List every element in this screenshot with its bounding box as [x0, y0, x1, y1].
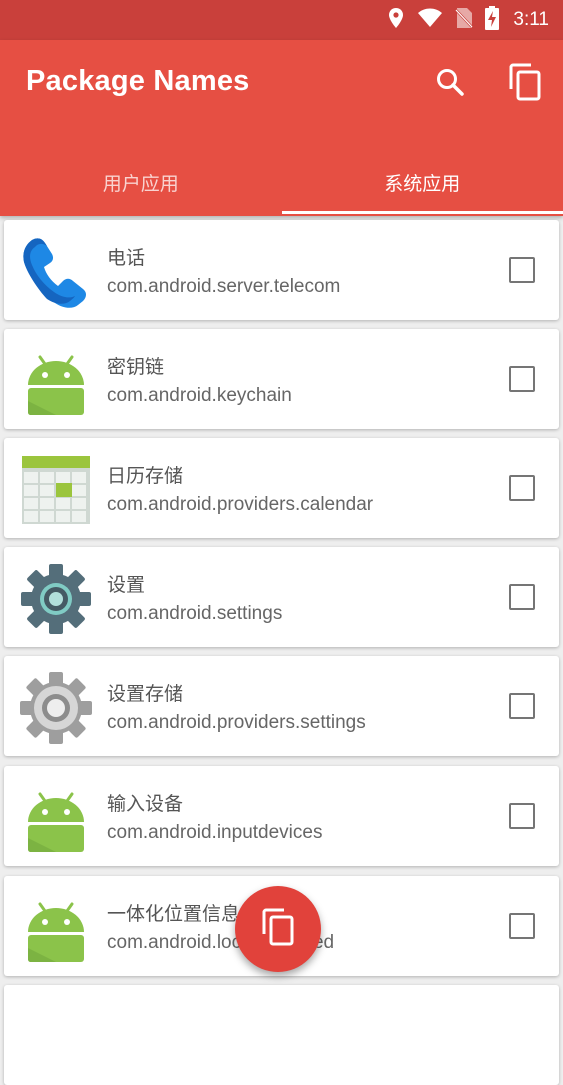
- page-title: Package Names: [26, 65, 249, 98]
- app-name: 日历存储: [107, 461, 183, 488]
- search-button[interactable]: [430, 64, 470, 104]
- settings-storage-gear-icon: [18, 670, 94, 746]
- package-name: com.android.providers.settings: [107, 712, 366, 734]
- copy-icon: [508, 63, 542, 105]
- copy-fab-button[interactable]: [235, 886, 321, 972]
- search-icon: [435, 67, 465, 101]
- phone-icon: [18, 234, 94, 310]
- list-item[interactable]: 日历存储 com.android.providers.calendar: [4, 438, 559, 538]
- app-name: 密钥链: [107, 352, 164, 379]
- app-bar: Package Names 用户应用 系统应用: [0, 40, 563, 216]
- copy-icon: [261, 908, 295, 950]
- select-checkbox[interactable]: [509, 913, 535, 939]
- status-time: 3:11: [513, 9, 549, 31]
- no-sim-icon: [455, 7, 473, 33]
- status-bar: 3:11: [0, 0, 563, 40]
- select-checkbox[interactable]: [509, 257, 535, 283]
- package-name: com.android.keychain: [107, 385, 292, 407]
- app-name: 电话: [107, 243, 145, 270]
- package-name: com.android.providers.calendar: [107, 494, 373, 516]
- tab-label: 系统应用: [384, 169, 460, 196]
- list-item[interactable]: 设置 com.android.settings: [4, 547, 559, 647]
- package-name: com.android.server.telecom: [107, 276, 340, 298]
- select-checkbox[interactable]: [509, 693, 535, 719]
- copy-button[interactable]: [505, 64, 545, 104]
- app-name: 设置: [107, 570, 145, 597]
- android-robot-icon: [18, 780, 94, 856]
- app-name: 一体化位置信息: [107, 899, 240, 926]
- tab-indicator: [282, 211, 563, 214]
- location-icon: [387, 7, 405, 33]
- battery-charging-icon: [485, 6, 499, 34]
- tab-bar: 用户应用 系统应用: [0, 148, 563, 216]
- list-item[interactable]: 电话 com.android.server.telecom: [4, 220, 559, 320]
- android-robot-icon: [18, 343, 94, 419]
- list-item[interactable]: [4, 985, 559, 1085]
- tab-user-apps[interactable]: 用户应用: [0, 148, 282, 216]
- list-item[interactable]: 设置存储 com.android.providers.settings: [4, 656, 559, 756]
- tab-system-apps[interactable]: 系统应用: [282, 148, 563, 216]
- select-checkbox[interactable]: [509, 803, 535, 829]
- settings-gear-icon: [18, 561, 94, 637]
- list-item[interactable]: 输入设备 com.android.inputdevices: [4, 766, 559, 866]
- app-name: 设置存储: [107, 679, 183, 706]
- calendar-icon: [18, 452, 94, 528]
- wifi-icon: [417, 8, 443, 32]
- list-item[interactable]: 密钥链 com.android.keychain: [4, 329, 559, 429]
- package-name: com.android.settings: [107, 603, 282, 625]
- app-name: 输入设备: [107, 789, 183, 816]
- android-robot-icon: [18, 890, 94, 966]
- package-name: com.android.inputdevices: [107, 822, 322, 844]
- select-checkbox[interactable]: [509, 475, 535, 501]
- tab-label: 用户应用: [103, 169, 179, 196]
- select-checkbox[interactable]: [509, 584, 535, 610]
- select-checkbox[interactable]: [509, 366, 535, 392]
